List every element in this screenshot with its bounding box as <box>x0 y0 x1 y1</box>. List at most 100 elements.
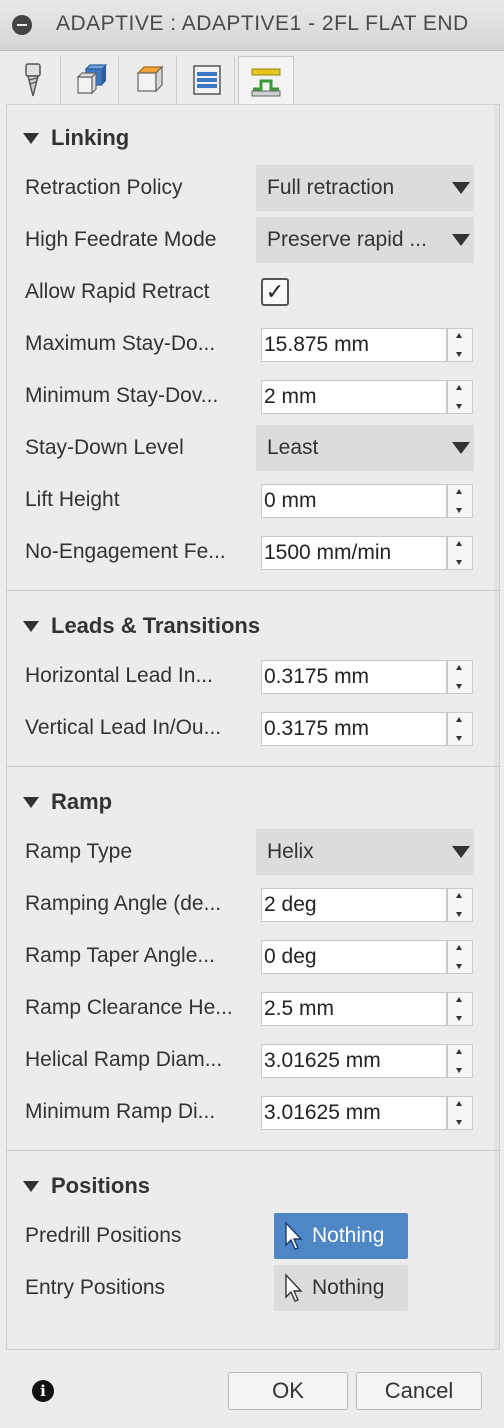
spinner-down-icon[interactable] <box>456 352 462 357</box>
dropdown-value: Preserve rapid ... <box>267 228 427 251</box>
input-value: 2.5 mm <box>264 997 335 1020</box>
row-ramp-clearance-height: Ramp Clearance He... 2.5 mm <box>25 985 475 1031</box>
input-value: 2 deg <box>264 893 317 916</box>
chevron-down-icon <box>452 182 470 194</box>
predrill-positions-selector[interactable]: Nothing <box>274 1213 408 1259</box>
minimum-ramp-diameter-input[interactable]: 3.01625 mm <box>261 1096 447 1130</box>
spinner-up-icon[interactable] <box>456 945 462 950</box>
row-minimum-stay-down: Minimum Stay-Dov... 2 mm <box>25 373 475 419</box>
input-value: 2 mm <box>264 385 317 408</box>
cancel-button[interactable]: Cancel <box>356 1372 482 1410</box>
spinner-down-icon[interactable] <box>456 684 462 689</box>
input-value: 15.875 mm <box>264 333 370 356</box>
entry-positions-selector[interactable]: Nothing <box>274 1265 408 1311</box>
no-engagement-feedrate-input[interactable]: 1500 mm/min <box>261 536 447 570</box>
input-value: 0.3175 mm <box>264 665 370 688</box>
high-feedrate-mode-dropdown[interactable]: Preserve rapid ... <box>256 217 474 263</box>
field-label: Ramp Type <box>25 840 132 863</box>
field-label: Entry Positions <box>25 1276 166 1299</box>
row-horizontal-lead: Horizontal Lead In... 0.3175 mm <box>25 653 475 699</box>
spinner-down-icon[interactable] <box>456 1120 462 1125</box>
title-bar[interactable]: ADAPTIVE : ADAPTIVE1 - 2FL FLAT END <box>0 0 504 51</box>
spinner-down-icon[interactable] <box>456 508 462 513</box>
spinner-down-icon[interactable] <box>456 1068 462 1073</box>
section-header-positions[interactable]: Positions <box>23 1173 150 1199</box>
allow-rapid-retract-checkbox[interactable]: ✓ <box>261 278 289 306</box>
collapse-triangle-icon <box>23 620 39 632</box>
spinner-up-icon[interactable] <box>456 385 462 390</box>
row-ramp-type: Ramp Type Helix <box>25 829 475 875</box>
spinner-up-icon[interactable] <box>456 665 462 670</box>
spinner-up-icon[interactable] <box>456 489 462 494</box>
spinner-down-icon[interactable] <box>456 1016 462 1021</box>
spinner[interactable] <box>447 888 473 922</box>
spinner[interactable] <box>447 328 473 362</box>
ramp-type-dropdown[interactable]: Helix <box>256 829 474 875</box>
dropdown-value: Least <box>267 436 319 459</box>
row-ramp-taper-angle: Ramp Taper Angle... 0 deg <box>25 933 475 979</box>
ramp-clearance-height-input[interactable]: 2.5 mm <box>261 992 447 1026</box>
ok-button[interactable]: OK <box>228 1372 348 1410</box>
horizontal-lead-input[interactable]: 0.3175 mm <box>261 660 447 694</box>
section-title: Leads & Transitions <box>51 613 261 638</box>
spinner-down-icon[interactable] <box>456 736 462 741</box>
scrollbar[interactable] <box>494 105 499 1349</box>
tab-tool[interactable] <box>6 56 61 104</box>
spinner-up-icon[interactable] <box>456 1049 462 1054</box>
spinner-down-icon[interactable] <box>456 912 462 917</box>
spinner-up-icon[interactable] <box>456 717 462 722</box>
vertical-lead-input[interactable]: 0.3175 mm <box>261 712 447 746</box>
tab-heights[interactable] <box>122 56 177 104</box>
row-allow-rapid-retract: Allow Rapid Retract ✓ <box>25 269 475 315</box>
row-lift-height: Lift Height 0 mm <box>25 477 475 523</box>
tab-linking[interactable] <box>238 56 294 107</box>
collapse-triangle-icon <box>23 796 39 808</box>
spinner[interactable] <box>447 536 473 570</box>
minimum-stay-down-input[interactable]: 2 mm <box>261 380 447 414</box>
field-label: Helical Ramp Diam... <box>25 1048 223 1071</box>
spinner[interactable] <box>447 660 473 694</box>
tab-passes[interactable] <box>180 56 235 104</box>
spinner-down-icon[interactable] <box>456 560 462 565</box>
retraction-policy-dropdown[interactable]: Full retraction <box>256 165 474 211</box>
window-title: ADAPTIVE : ADAPTIVE1 - 2FL FLAT END <box>56 12 469 35</box>
spinner[interactable] <box>447 380 473 414</box>
section-header-leads[interactable]: Leads & Transitions <box>23 613 260 639</box>
spinner-up-icon[interactable] <box>456 997 462 1002</box>
spinner-up-icon[interactable] <box>456 893 462 898</box>
ramp-taper-angle-input[interactable]: 0 deg <box>261 940 447 974</box>
stay-down-level-dropdown[interactable]: Least <box>256 425 474 471</box>
spinner[interactable] <box>447 940 473 974</box>
spinner-up-icon[interactable] <box>456 1101 462 1106</box>
passes-icon <box>193 65 221 95</box>
minimize-icon[interactable] <box>12 15 32 35</box>
tab-geometry[interactable] <box>64 56 119 104</box>
spinner[interactable] <box>447 712 473 746</box>
info-icon[interactable]: i <box>32 1380 54 1402</box>
ramping-angle-input[interactable]: 2 deg <box>261 888 447 922</box>
chevron-down-icon <box>452 846 470 858</box>
input-value: 1500 mm/min <box>264 541 392 564</box>
chevron-down-icon <box>452 442 470 454</box>
dropdown-value: Helix <box>267 840 314 863</box>
spinner[interactable] <box>447 484 473 518</box>
section-header-linking[interactable]: Linking <box>23 125 129 151</box>
field-label: Ramping Angle (de... <box>25 892 222 915</box>
field-label: Lift Height <box>25 488 120 511</box>
spinner-down-icon[interactable] <box>456 964 462 969</box>
input-value: 0 mm <box>264 489 317 512</box>
field-label: Allow Rapid Retract <box>25 280 210 303</box>
spinner-up-icon[interactable] <box>456 541 462 546</box>
field-label: Vertical Lead In/Ou... <box>25 716 222 739</box>
lift-height-input[interactable]: 0 mm <box>261 484 447 518</box>
maximum-stay-down-input[interactable]: 15.875 mm <box>261 328 447 362</box>
spinner[interactable] <box>447 992 473 1026</box>
divider <box>7 766 499 767</box>
spinner[interactable] <box>447 1096 473 1130</box>
helical-ramp-diameter-input[interactable]: 3.01625 mm <box>261 1044 447 1078</box>
linking-panel: Linking Retraction Policy Full retractio… <box>6 104 500 1350</box>
spinner-up-icon[interactable] <box>456 333 462 338</box>
section-header-ramp[interactable]: Ramp <box>23 789 112 815</box>
spinner-down-icon[interactable] <box>456 404 462 409</box>
spinner[interactable] <box>447 1044 473 1078</box>
